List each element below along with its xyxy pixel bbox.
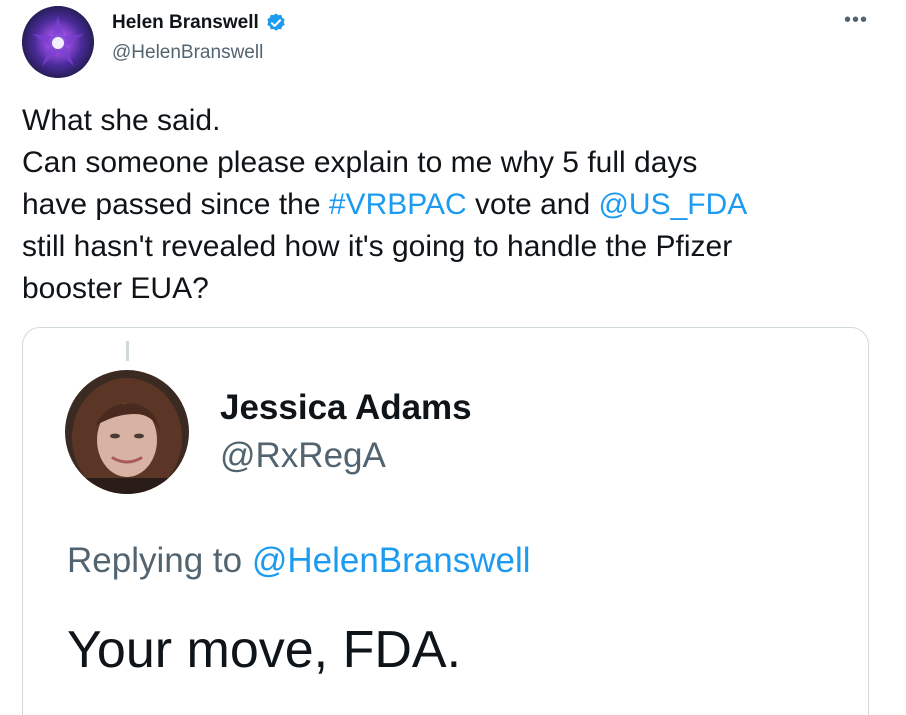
woman-portrait-avatar-icon (65, 370, 189, 494)
quoted-tweet-text: Your move, FDA. (67, 621, 462, 679)
author-name-text[interactable]: Helen Branswell (112, 12, 259, 34)
quoted-author-handle[interactable]: @RxRegA (220, 436, 386, 476)
tweet-text-line: have passed since the #VRBPAC vote and @… (22, 184, 882, 226)
purple-flower-avatar-icon (22, 6, 94, 78)
author-name[interactable]: Helen Branswell (112, 12, 287, 34)
tweet-text-line: still hasn't revealed how it's going to … (22, 230, 733, 263)
author-avatar[interactable] (22, 6, 94, 78)
replying-to-mention-link[interactable]: @HelenBranswell (252, 541, 531, 580)
hashtag-link[interactable]: #VRBPAC (329, 188, 467, 221)
tweet-text-line: What she said. (22, 104, 221, 137)
more-horizontal-icon[interactable]: ••• (838, 6, 874, 34)
verified-badge-icon (265, 12, 287, 34)
thread-connector (126, 341, 129, 361)
replying-to-label: Replying to (67, 541, 252, 580)
replying-to: Replying to @HelenBranswell (67, 541, 531, 581)
tweet-text-segment: vote and (466, 188, 599, 221)
tweet-text: What she said. Can someone please explai… (22, 100, 882, 310)
tweet-text-line: Can someone please explain to me why 5 f… (22, 146, 698, 179)
tweet-text-line: booster EUA? (22, 272, 209, 305)
tweet-text-segment: have passed since the (22, 188, 329, 221)
quoted-author-name[interactable]: Jessica Adams (220, 388, 472, 428)
quoted-tweet-card[interactable]: Jessica Adams @RxRegA Replying to @Helen… (22, 327, 869, 715)
quoted-author-avatar[interactable] (65, 370, 189, 494)
author-handle[interactable]: @HelenBranswell (112, 42, 263, 64)
mention-link[interactable]: @US_FDA (598, 188, 747, 221)
